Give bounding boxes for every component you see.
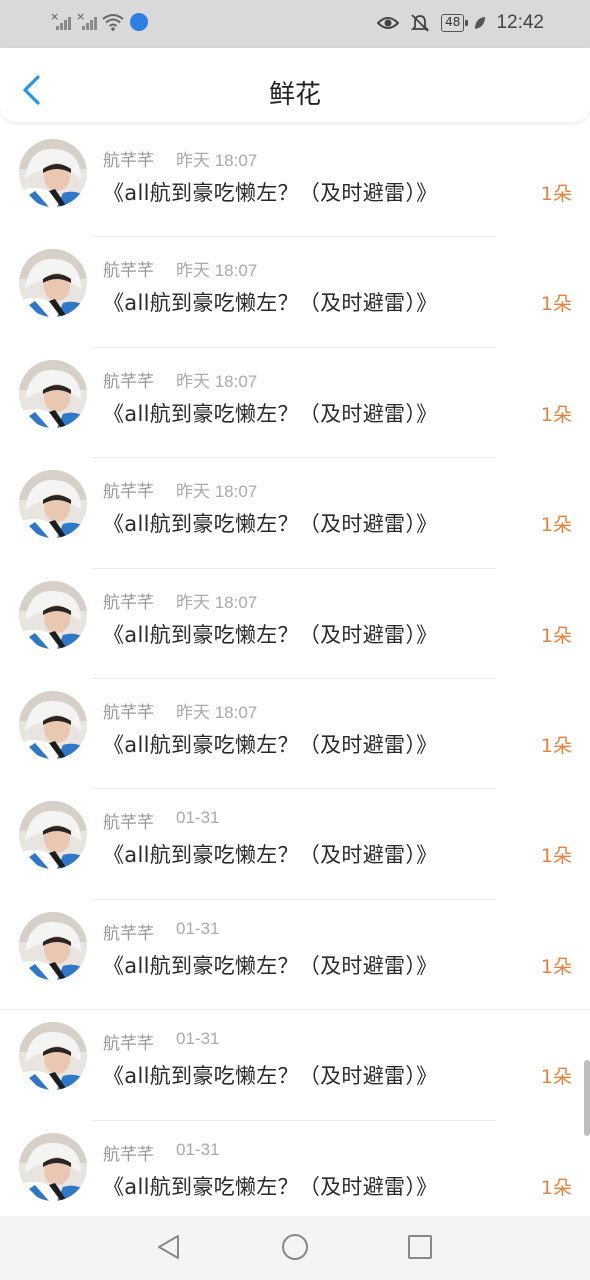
signal-1-icon: × xyxy=(50,10,71,32)
page-title: 鲜花 xyxy=(268,80,321,110)
flower-count: 1朵 xyxy=(540,514,572,537)
list-item[interactable]: 航芊芊 01-31 《all航到豪吃懒左？（及时避雷）》 1朵 xyxy=(0,900,590,1011)
timestamp: 01-31 xyxy=(176,918,220,938)
flower-count: 1朵 xyxy=(540,734,572,757)
timestamp: 昨天 18:07 xyxy=(176,592,258,612)
wifi-icon xyxy=(102,14,124,31)
book-title-link[interactable]: 《all航到豪吃懒左？（及时避雷）》 xyxy=(103,508,437,538)
list-item[interactable]: 航芊芊 01-31 《all航到豪吃懒左？（及时避雷）》 1朵 xyxy=(0,789,590,900)
book-title-link[interactable]: 《all航到豪吃懒左？（及时避雷）》 xyxy=(103,619,437,649)
sender-name: 航芊芊 xyxy=(103,702,154,723)
avatar[interactable] xyxy=(19,249,87,318)
flower-count: 1朵 xyxy=(540,183,572,205)
nav-home-icon[interactable] xyxy=(280,1232,310,1262)
flower-count: 1朵 xyxy=(540,1066,572,1089)
sender-name: 航芊芊 xyxy=(103,151,154,171)
flower-count: 1朵 xyxy=(540,1176,572,1199)
flower-count: 1朵 xyxy=(540,293,572,316)
header: 鲜花 xyxy=(0,48,590,122)
nav-recent-icon[interactable] xyxy=(405,1232,435,1262)
leaf-icon xyxy=(475,17,486,29)
flower-count: 1朵 xyxy=(540,624,572,647)
timestamp: 昨天 18:07 xyxy=(176,482,258,502)
bell-off-icon xyxy=(410,14,430,32)
book-title-link[interactable]: 《all航到豪吃懒左？（及时避雷）》 xyxy=(103,729,437,759)
sender-name: 航芊芊 xyxy=(103,1144,154,1165)
book-title-link[interactable]: 《all航到豪吃懒左？（及时避雷）》 xyxy=(103,1060,437,1090)
nav-back-icon[interactable] xyxy=(154,1232,184,1262)
sender-name: 航芊芊 xyxy=(103,261,154,282)
timestamp: 昨天 18:07 xyxy=(176,702,258,722)
book-title-link[interactable]: 《all航到豪吃懒左？（及时避雷）》 xyxy=(103,177,437,207)
timestamp: 01-31 xyxy=(176,1139,220,1159)
book-title-link[interactable]: 《all航到豪吃懒左？（及时避雷）》 xyxy=(103,839,437,869)
list-item[interactable]: 航芊芊 01-31 《all航到豪吃懒左？（及时避雷）》 1朵 xyxy=(0,1121,590,1231)
list-item[interactable]: 航芊芊 01-31 《all航到豪吃懒左？（及时避雷）》 1朵 xyxy=(0,1010,590,1121)
sender-name: 航芊芊 xyxy=(103,371,154,392)
sender-name: 航芊芊 xyxy=(103,592,154,613)
battery-icon: 48 xyxy=(441,14,469,32)
list-item[interactable]: 航芊芊 昨天 18:07 《all航到豪吃懒左？（及时避雷）》 1朵 xyxy=(0,569,590,679)
book-title-link[interactable]: 《all航到豪吃懒左？（及时避雷）》 xyxy=(103,287,437,317)
status-time: 12:42 xyxy=(496,12,544,33)
sender-name: 航芊芊 xyxy=(103,1034,154,1055)
sender-name: 航芊芊 xyxy=(103,813,154,834)
avatar[interactable] xyxy=(19,139,87,207)
app-badge-icon xyxy=(130,13,148,31)
status-bar: × × 48 12:42 xyxy=(0,0,590,48)
timestamp: 01-31 xyxy=(176,808,220,828)
flower-record-list: 航芊芊 昨天 18:07 《all航到豪吃懒左？（及时避雷）》 1朵 航芊芊 昨… xyxy=(0,127,590,1231)
sender-name: 航芊芊 xyxy=(103,923,154,944)
avatar[interactable] xyxy=(19,801,87,870)
eye-icon xyxy=(377,17,400,29)
scrollbar[interactable] xyxy=(584,1060,590,1136)
signal-2-icon: × xyxy=(76,10,97,32)
avatar[interactable] xyxy=(19,690,87,759)
timestamp: 01-31 xyxy=(176,1029,220,1049)
flower-count: 1朵 xyxy=(540,403,572,426)
avatar[interactable] xyxy=(19,580,87,649)
avatar[interactable] xyxy=(19,1022,87,1091)
timestamp: 昨天 18:07 xyxy=(176,261,258,281)
list-item[interactable]: 航芊芊 昨天 18:07 《all航到豪吃懒左？（及时避雷）》 1朵 xyxy=(0,679,590,790)
book-title-link[interactable]: 《all航到豪吃懒左？（及时避雷）》 xyxy=(103,1171,437,1201)
timestamp: 昨天 18:07 xyxy=(176,151,258,170)
avatar[interactable] xyxy=(19,911,87,980)
sender-name: 航芊芊 xyxy=(103,482,154,503)
flower-count: 1朵 xyxy=(540,955,572,978)
system-nav-bar xyxy=(0,1216,590,1280)
flower-count: 1朵 xyxy=(540,845,572,868)
list-item[interactable]: 航芊芊 昨天 18:07 《all航到豪吃懒左？（及时避雷）》 1朵 xyxy=(0,348,590,459)
avatar[interactable] xyxy=(19,470,87,539)
list-item[interactable]: 航芊芊 昨天 18:07 《all航到豪吃懒左？（及时避雷）》 1朵 xyxy=(0,458,590,569)
book-title-link[interactable]: 《all航到豪吃懒左？（及时避雷）》 xyxy=(103,398,437,428)
book-title-link[interactable]: 《all航到豪吃懒左？（及时避雷）》 xyxy=(103,950,437,980)
timestamp: 昨天 18:07 xyxy=(176,371,258,391)
avatar[interactable] xyxy=(19,1132,87,1201)
avatar[interactable] xyxy=(19,359,87,428)
list-item[interactable]: 航芊芊 昨天 18:07 《all航到豪吃懒左？（及时避雷）》 1朵 xyxy=(0,127,590,238)
list-item[interactable]: 航芊芊 昨天 18:07 《all航到豪吃懒左？（及时避雷）》 1朵 xyxy=(0,237,590,348)
